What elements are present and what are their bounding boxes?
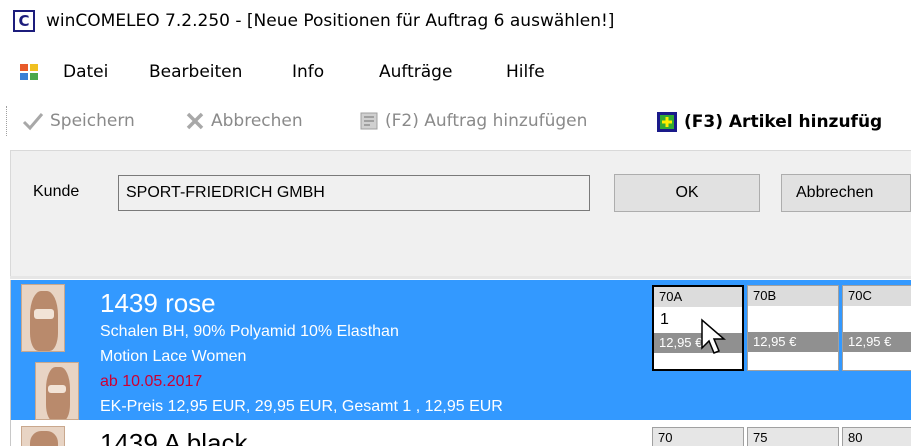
size-label: 70B bbox=[748, 286, 838, 306]
size-quantity-input[interactable] bbox=[843, 308, 911, 330]
title-bar: C winCOMELEO 7.2.250 - [Neue Positionen … bbox=[0, 0, 911, 46]
size-cell[interactable]: 70A 1 12,95 € bbox=[652, 285, 744, 371]
mouse-cursor-icon bbox=[701, 318, 726, 354]
article-title: 1439 rose bbox=[100, 288, 216, 318]
article-list[interactable]: 1439 rose Schalen BH, 90% Polyamid 10% E… bbox=[10, 280, 911, 446]
window-menu-icon[interactable] bbox=[19, 63, 39, 81]
customer-panel bbox=[10, 150, 911, 276]
cancel-toolbar-button[interactable]: Abbrechen bbox=[185, 111, 303, 131]
article-date: ab 10.05.2017 bbox=[100, 373, 203, 390]
cancel-button[interactable]: Abbrechen bbox=[781, 174, 911, 212]
size-quantity-input[interactable] bbox=[748, 308, 838, 330]
size-price: 12,95 € bbox=[843, 332, 911, 352]
save-button-label: Speichern bbox=[50, 111, 135, 131]
order-icon bbox=[360, 112, 378, 130]
article-thumbnail bbox=[21, 284, 65, 352]
menu-bar bbox=[0, 56, 911, 90]
size-cell[interactable]: 70C 12,95 € bbox=[842, 285, 911, 371]
checkmark-icon bbox=[22, 113, 44, 131]
size-label[interactable]: 75 bbox=[747, 427, 839, 446]
size-label[interactable]: 80 bbox=[842, 427, 911, 446]
add-order-label: (F2) Auftrag hinzufügen bbox=[385, 111, 588, 131]
article-thumbnail bbox=[21, 426, 65, 446]
article-thumbnail-back bbox=[35, 362, 79, 420]
size-price: 12,95 € bbox=[654, 333, 742, 353]
article-title: 1439 A black bbox=[100, 428, 248, 446]
size-price: 12,95 € bbox=[748, 332, 838, 352]
article-price-line: EK-Preis 12,95 EUR, 29,95 EUR, Gesamt 1 … bbox=[100, 398, 503, 415]
app-icon[interactable]: C bbox=[13, 10, 35, 32]
panel-divider bbox=[10, 276, 911, 279]
customer-field[interactable]: SPORT-FRIEDRICH GMBH bbox=[118, 175, 590, 211]
cancel-toolbar-label: Abbrechen bbox=[211, 111, 303, 131]
size-label[interactable]: 70 bbox=[652, 427, 744, 446]
add-order-button[interactable]: (F2) Auftrag hinzufügen bbox=[359, 111, 587, 131]
save-button[interactable]: Speichern bbox=[22, 111, 135, 131]
menu-auftraege[interactable]: Aufträge bbox=[379, 62, 452, 82]
add-article-icon bbox=[657, 112, 677, 132]
article-description: Schalen BH, 90% Polyamid 10% Elasthan bbox=[100, 323, 399, 340]
add-article-button[interactable]: (F3) Artikel hinzufüg bbox=[656, 111, 882, 133]
size-quantity-input[interactable]: 1 bbox=[654, 309, 742, 331]
app-icon-letter: C bbox=[18, 11, 30, 30]
ok-button[interactable]: OK bbox=[614, 174, 760, 212]
add-article-label: (F3) Artikel hinzufüg bbox=[684, 112, 883, 132]
window-title: winCOMELEO 7.2.250 - [Neue Positionen fü… bbox=[46, 11, 615, 31]
article-row-selected[interactable]: 1439 rose Schalen BH, 90% Polyamid 10% E… bbox=[11, 280, 911, 420]
menu-bearbeiten[interactable]: Bearbeiten bbox=[149, 62, 242, 82]
menu-datei[interactable]: Datei bbox=[63, 62, 108, 82]
toolbar-grip[interactable] bbox=[6, 106, 9, 136]
customer-label: Kunde bbox=[33, 183, 80, 200]
size-label: 70C bbox=[843, 286, 911, 306]
size-label: 70A bbox=[654, 287, 742, 307]
menu-info[interactable]: Info bbox=[292, 62, 324, 82]
menu-hilfe[interactable]: Hilfe bbox=[506, 62, 545, 82]
article-collection: Motion Lace Women bbox=[100, 348, 247, 365]
close-icon bbox=[186, 112, 204, 130]
size-cell[interactable]: 70B 12,95 € bbox=[747, 285, 839, 371]
